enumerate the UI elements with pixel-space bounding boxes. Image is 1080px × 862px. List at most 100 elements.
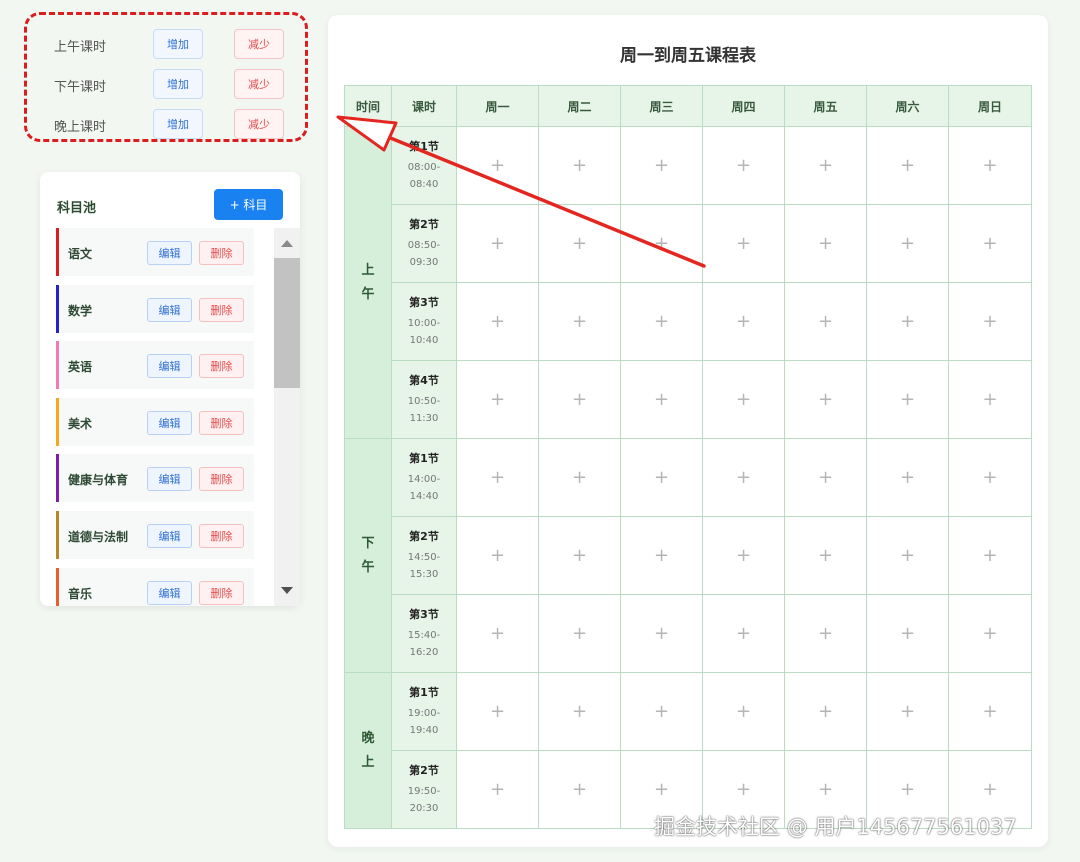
add-course-cell[interactable]: +: [784, 360, 867, 439]
add-course-cell[interactable]: +: [948, 282, 1032, 361]
add-subject-button[interactable]: + 科目: [214, 189, 283, 220]
add-course-cell[interactable]: +: [538, 438, 621, 517]
evening-period-control: 晚上课时 增加 减少: [54, 109, 294, 141]
add-course-cell[interactable]: +: [784, 594, 867, 673]
add-course-cell[interactable]: +: [620, 516, 703, 595]
header-tuesday: 周二: [538, 85, 621, 127]
remove-evening-period-button[interactable]: 减少: [234, 109, 284, 139]
subject-item-art[interactable]: 美术 编辑 删除: [56, 398, 254, 446]
add-course-cell[interactable]: +: [948, 360, 1032, 439]
add-course-cell[interactable]: +: [866, 360, 949, 439]
timetable-title: 周一到周五课程表: [620, 46, 756, 66]
scrollbar-thumb[interactable]: [274, 258, 300, 388]
add-course-cell[interactable]: +: [456, 672, 539, 751]
add-course-cell[interactable]: +: [948, 204, 1032, 283]
add-course-cell[interactable]: +: [456, 750, 539, 829]
delete-subject-button[interactable]: 删除: [199, 241, 244, 265]
delete-subject-button[interactable]: 删除: [199, 524, 244, 548]
add-course-cell[interactable]: +: [784, 672, 867, 751]
add-course-cell[interactable]: +: [948, 438, 1032, 517]
subject-item-music[interactable]: 音乐 编辑 删除: [56, 568, 254, 606]
delete-subject-button[interactable]: 删除: [199, 354, 244, 378]
period-name: 第1节: [409, 452, 439, 465]
add-course-cell[interactable]: +: [456, 438, 539, 517]
edit-subject-button[interactable]: 编辑: [147, 241, 192, 265]
add-course-cell[interactable]: +: [620, 126, 703, 205]
add-course-cell[interactable]: +: [620, 594, 703, 673]
add-course-cell[interactable]: +: [948, 516, 1032, 595]
delete-subject-button[interactable]: 删除: [199, 298, 244, 322]
add-course-cell[interactable]: +: [948, 594, 1032, 673]
add-course-cell[interactable]: +: [538, 672, 621, 751]
period-cell: 第1节 08:00- 08:40: [391, 126, 457, 205]
subject-list-scrollbar[interactable]: [274, 228, 300, 606]
remove-morning-period-button[interactable]: 减少: [234, 29, 284, 59]
add-course-cell[interactable]: +: [456, 204, 539, 283]
morning-period-control: 上午课时 增加 减少: [54, 29, 294, 61]
edit-subject-button[interactable]: 编辑: [147, 467, 192, 491]
add-course-cell[interactable]: +: [456, 516, 539, 595]
scroll-down-arrow-icon[interactable]: [281, 587, 293, 594]
add-morning-period-button[interactable]: 增加: [153, 29, 203, 59]
add-course-cell[interactable]: +: [702, 438, 785, 517]
period-cell: 第4节 10:50- 11:30: [391, 360, 457, 439]
remove-afternoon-period-button[interactable]: 减少: [234, 69, 284, 99]
add-course-cell[interactable]: +: [702, 204, 785, 283]
subject-item-chinese[interactable]: 语文 编辑 删除: [56, 228, 254, 276]
add-course-cell[interactable]: +: [702, 516, 785, 595]
add-course-cell[interactable]: +: [866, 672, 949, 751]
add-course-cell[interactable]: +: [538, 282, 621, 361]
add-course-cell[interactable]: +: [866, 282, 949, 361]
edit-subject-button[interactable]: 编辑: [147, 581, 192, 605]
add-course-cell[interactable]: +: [538, 204, 621, 283]
subject-item-english[interactable]: 英语 编辑 删除: [56, 341, 254, 389]
add-course-cell[interactable]: +: [456, 282, 539, 361]
add-course-cell[interactable]: +: [620, 360, 703, 439]
add-course-cell[interactable]: +: [538, 516, 621, 595]
scroll-up-arrow-icon[interactable]: [281, 240, 293, 247]
add-course-cell[interactable]: +: [866, 438, 949, 517]
add-course-cell[interactable]: +: [702, 126, 785, 205]
add-course-cell[interactable]: +: [456, 594, 539, 673]
add-course-cell[interactable]: +: [948, 126, 1032, 205]
add-course-cell[interactable]: +: [620, 204, 703, 283]
add-course-cell[interactable]: +: [784, 126, 867, 205]
add-course-cell[interactable]: +: [702, 672, 785, 751]
delete-subject-button[interactable]: 删除: [199, 411, 244, 435]
add-course-cell[interactable]: +: [538, 594, 621, 673]
add-course-cell[interactable]: +: [702, 282, 785, 361]
delete-subject-button[interactable]: 删除: [199, 581, 244, 605]
add-afternoon-period-button[interactable]: 增加: [153, 69, 203, 99]
add-course-cell[interactable]: +: [784, 516, 867, 595]
add-course-cell[interactable]: +: [538, 126, 621, 205]
add-course-cell[interactable]: +: [866, 204, 949, 283]
period-cell: 第2节 19:50- 20:30: [391, 750, 457, 829]
add-course-cell[interactable]: +: [456, 126, 539, 205]
time-slot-morning: 上午: [344, 126, 392, 439]
add-course-cell[interactable]: +: [702, 594, 785, 673]
add-course-cell[interactable]: +: [948, 672, 1032, 751]
add-course-cell[interactable]: +: [456, 360, 539, 439]
add-course-cell[interactable]: +: [866, 126, 949, 205]
evening-period-label: 晚上课时: [54, 120, 107, 135]
edit-subject-button[interactable]: 编辑: [147, 524, 192, 548]
add-course-cell[interactable]: +: [784, 438, 867, 517]
edit-subject-button[interactable]: 编辑: [147, 298, 192, 322]
add-evening-period-button[interactable]: 增加: [153, 109, 203, 139]
add-course-cell[interactable]: +: [620, 438, 703, 517]
subject-item-math[interactable]: 数学 编辑 删除: [56, 285, 254, 333]
subject-item-morality[interactable]: 道德与法制 编辑 删除: [56, 511, 254, 559]
add-course-cell[interactable]: +: [866, 516, 949, 595]
add-course-cell[interactable]: +: [620, 672, 703, 751]
edit-subject-button[interactable]: 编辑: [147, 354, 192, 378]
add-course-cell[interactable]: +: [620, 282, 703, 361]
add-course-cell[interactable]: +: [538, 750, 621, 829]
add-course-cell[interactable]: +: [784, 282, 867, 361]
edit-subject-button[interactable]: 编辑: [147, 411, 192, 435]
add-course-cell[interactable]: +: [866, 594, 949, 673]
delete-subject-button[interactable]: 删除: [199, 467, 244, 491]
add-course-cell[interactable]: +: [784, 204, 867, 283]
add-course-cell[interactable]: +: [702, 360, 785, 439]
subject-item-pe[interactable]: 健康与体育 编辑 删除: [56, 454, 254, 502]
add-course-cell[interactable]: +: [538, 360, 621, 439]
